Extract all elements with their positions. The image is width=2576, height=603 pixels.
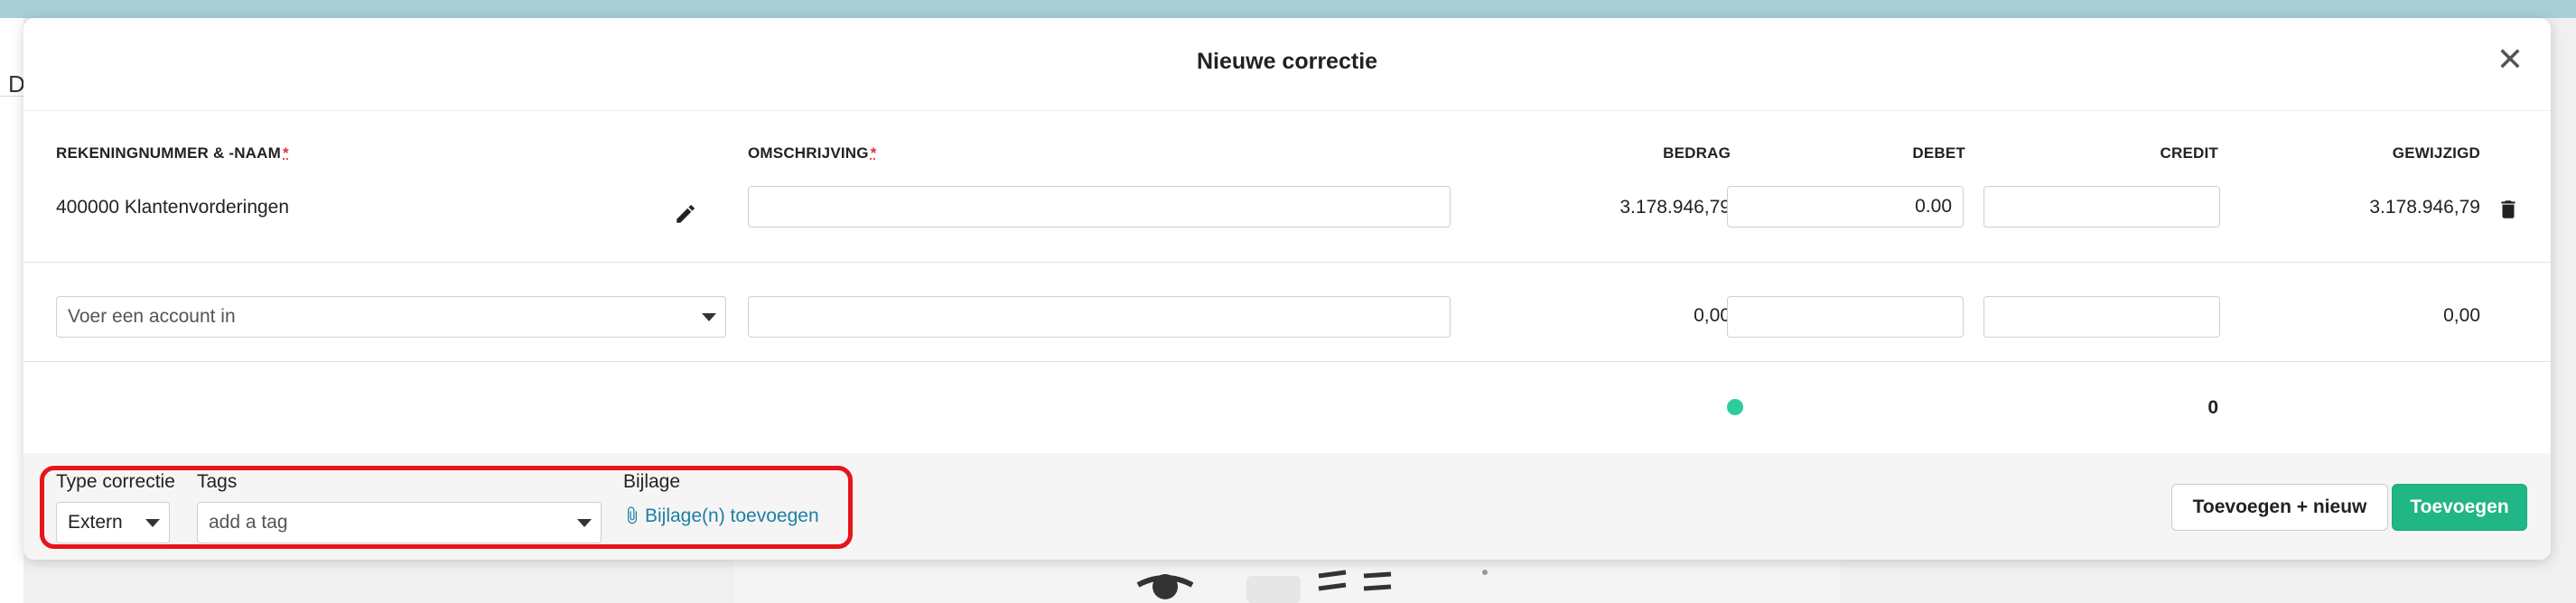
close-icon[interactable]: ✕ xyxy=(2497,43,2524,76)
chevron-down-icon xyxy=(577,519,592,527)
row-1-account: 400000 Klantenvorderingen xyxy=(56,197,290,218)
column-header-account-label: REKENINGNUMMER & -NAAM xyxy=(56,144,281,162)
required-marker: * xyxy=(283,144,289,162)
tags-placeholder: add a tag xyxy=(209,512,288,533)
type-correction-value: Extern xyxy=(68,512,123,533)
row-1-description-input[interactable] xyxy=(748,186,1451,227)
row-2-amount: 0,00 xyxy=(1694,305,1731,326)
background-page-edge: D xyxy=(0,18,25,603)
chevron-down-icon xyxy=(702,313,716,321)
row-divider xyxy=(23,361,2551,362)
background-divider xyxy=(0,96,23,97)
required-marker: * xyxy=(870,144,877,162)
balance-status-dot xyxy=(1727,399,1743,415)
column-header-credit: CREDIT xyxy=(2160,144,2218,162)
background-partial-text: D xyxy=(8,70,25,97)
type-correction-select[interactable]: Extern xyxy=(56,502,170,543)
add-and-new-button[interactable]: Toevoegen + nieuw xyxy=(2171,484,2388,531)
paperclip-icon xyxy=(628,506,637,524)
column-header-description: OMSCHRIJVING * xyxy=(748,144,877,162)
column-header-account: REKENINGNUMMER & -NAAM * xyxy=(56,144,289,162)
row-1-changed: 3.178.946,79 xyxy=(2369,197,2480,218)
add-attachment-link-text: Bijlage(n) toevoegen xyxy=(645,506,819,526)
account-select[interactable]: Voer een account in xyxy=(56,296,726,338)
row-2-description-input[interactable] xyxy=(748,296,1451,338)
modal-title: Nieuwe correctie xyxy=(1196,49,1378,74)
correction-modal: Nieuwe correctie ✕ REKENINGNUMMER & -NAA… xyxy=(23,18,2551,560)
notification-banner xyxy=(0,0,2576,18)
tags-input[interactable]: add a tag xyxy=(197,502,602,543)
type-correction-label: Type correctie xyxy=(56,471,175,492)
column-header-amount: BEDRAG xyxy=(1663,144,1731,162)
chevron-down-icon xyxy=(145,519,160,527)
row-divider xyxy=(23,262,2551,263)
row-2-credit-input[interactable] xyxy=(1983,296,2220,338)
credit-total: 0 xyxy=(2207,397,2218,418)
tags-label: Tags xyxy=(197,471,238,492)
add-attachment-link[interactable]: Bijlage(n) toevoegen xyxy=(623,506,819,527)
row-2-changed: 0,00 xyxy=(2443,305,2480,326)
account-select-placeholder: Voer een account in xyxy=(68,306,236,327)
trash-icon[interactable] xyxy=(2497,197,2520,222)
column-header-changed: GEWIJZIGD xyxy=(2392,144,2480,162)
row-2-debit-input[interactable] xyxy=(1727,296,1964,338)
row-1-debit-input[interactable] xyxy=(1727,186,1964,227)
add-button[interactable]: Toevoegen xyxy=(2392,484,2527,531)
attachment-label: Bijlage xyxy=(623,471,681,492)
modal-header: Nieuwe correctie ✕ xyxy=(23,18,2551,111)
column-header-description-label: OMSCHRIJVING xyxy=(748,144,869,162)
column-header-debit: DEBET xyxy=(1912,144,1965,162)
pencil-icon[interactable] xyxy=(674,202,697,226)
row-1-credit-input[interactable] xyxy=(1983,186,2220,227)
row-1-amount: 3.178.946,79 xyxy=(1619,197,1731,218)
